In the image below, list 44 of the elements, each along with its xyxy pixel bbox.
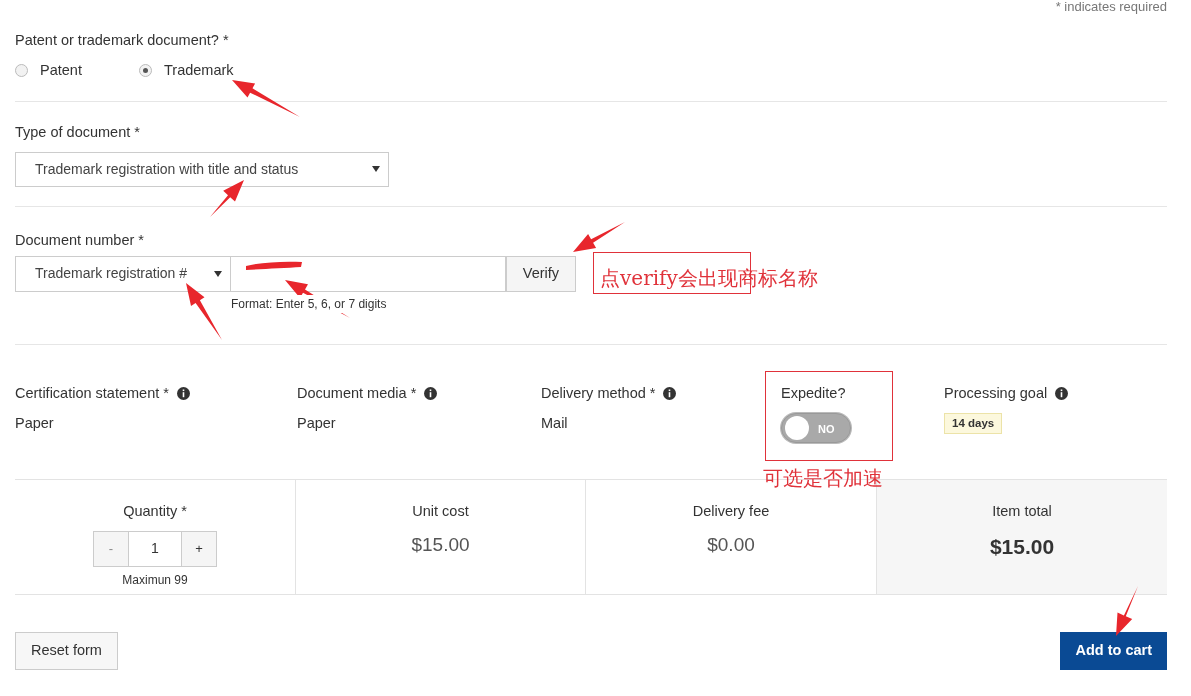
select-field[interactable]: Trademark registration #	[15, 255, 231, 292]
field-label: Document media *	[297, 384, 417, 403]
price: $0.00	[707, 532, 755, 557]
arrow	[573, 222, 625, 252]
required-note: * indicates required	[1055, 0, 1167, 14]
field-label: Delivery fee	[692, 502, 770, 521]
field-label: Unit cost	[412, 502, 469, 521]
field-label: Certification statement *	[15, 384, 169, 403]
max-note: Maximun 99	[122, 571, 188, 589]
field-label: Processing goal	[944, 384, 1048, 403]
total-price: $15.00	[989, 533, 1055, 560]
info-icon[interactable]	[663, 387, 677, 401]
field-value: Paper	[297, 413, 337, 433]
field-value: Mail	[541, 413, 569, 433]
number-input[interactable]	[231, 255, 506, 292]
annotation-text: 可选是否加速	[763, 468, 883, 488]
caret-icon	[214, 270, 222, 277]
field-label: Delivery method *	[541, 384, 656, 403]
field-label: Expedite?	[781, 384, 846, 403]
reset-button[interactable]: Reset form	[15, 632, 118, 670]
field-label: Quantity *	[123, 502, 187, 521]
increment-button[interactable]: +	[181, 530, 217, 567]
verify-button[interactable]: Verify	[506, 255, 576, 292]
info-icon[interactable]	[424, 387, 438, 401]
field-label: Document number *	[15, 231, 144, 250]
radio-option[interactable]: Trademark	[139, 59, 263, 82]
arrow	[232, 80, 300, 117]
info-icon[interactable]	[176, 387, 190, 401]
arrow	[210, 180, 244, 217]
field-label: Item total	[992, 502, 1052, 521]
field-label: Patent or trademark document? *	[15, 31, 229, 50]
info-icon[interactable]	[1055, 387, 1069, 401]
select-field[interactable]: Trademark registration with title and status	[15, 151, 389, 187]
arrow	[186, 283, 222, 340]
help-text: Format: Enter 5, 6, or 7 digits	[231, 294, 387, 313]
radio-option[interactable]: Patent	[15, 59, 139, 82]
arrow	[1116, 586, 1138, 636]
redaction-scribble	[246, 261, 302, 270]
add-to-cart-button[interactable]: Add to cart	[1060, 632, 1167, 670]
field-value: Paper	[15, 413, 55, 433]
field-label: Type of document *	[15, 123, 140, 142]
status-badge: 14 days	[944, 412, 1003, 434]
caret-icon	[372, 166, 380, 173]
price: $15.00	[411, 532, 470, 557]
